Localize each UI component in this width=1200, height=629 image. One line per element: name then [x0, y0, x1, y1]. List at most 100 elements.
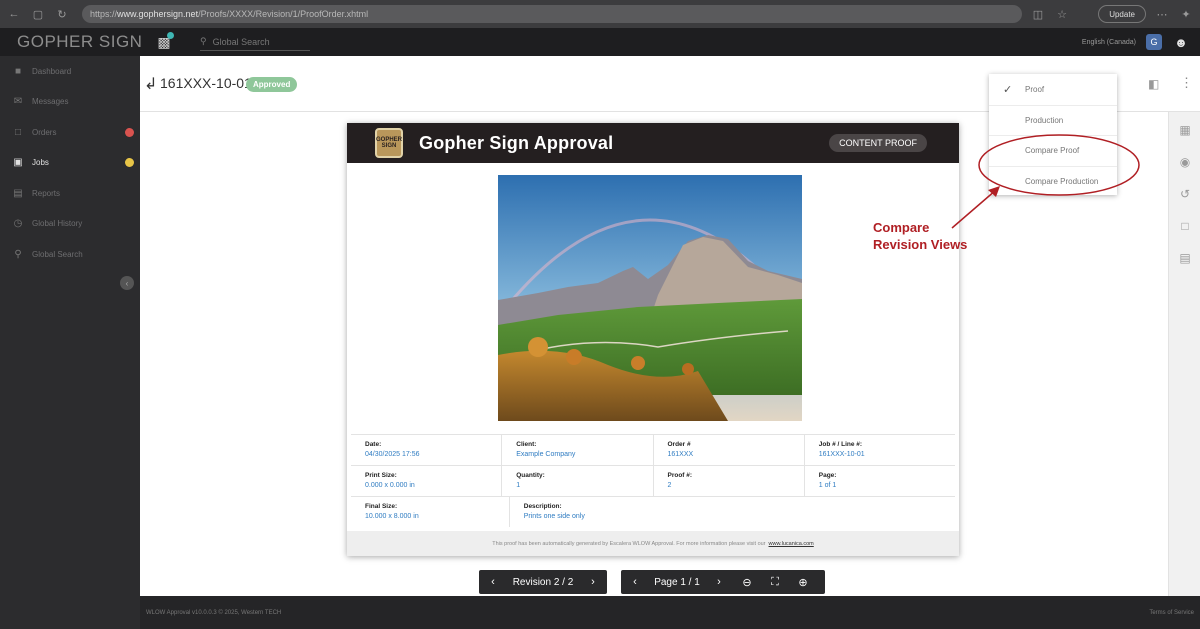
info-value: Example Company	[516, 451, 576, 458]
zoom-out-icon[interactable]: ⊖	[733, 570, 761, 594]
info-label: Final Size:	[365, 503, 398, 510]
info-value: 161XXX	[667, 451, 694, 458]
footer-link[interactable]: www.lucanica.com	[769, 541, 814, 547]
sidebar-collapse-button[interactable]: ‹	[120, 276, 134, 290]
update-button[interactable]: Update	[1098, 5, 1146, 23]
info-label: Job # / Line #:	[818, 441, 863, 448]
jobs-badge	[125, 158, 134, 168]
globe-icon[interactable]: ◉	[1177, 154, 1193, 170]
user-badge[interactable]: G	[1146, 34, 1162, 50]
language-selector[interactable]: English (Canada)	[1082, 39, 1136, 46]
job-id-title: 161XXX-10-01	[160, 75, 252, 91]
info-label: Print Size:	[365, 472, 397, 479]
gopher-sign-logo: GOPHER SIGN	[375, 128, 403, 158]
copilot-icon[interactable]: ✦	[1178, 6, 1194, 22]
app-topbar: GOPHER SIGN ▩ ⚲ Global Search English (C…	[0, 28, 1200, 56]
orders-icon: □	[14, 126, 22, 138]
content-proof-pill: CONTENT PROOF	[829, 134, 927, 152]
previous-page-button[interactable]: ‹	[621, 570, 649, 594]
info-value: 161XXX-10-01	[818, 451, 865, 458]
info-label: Page:	[818, 472, 837, 479]
previous-revision-button[interactable]: ‹	[479, 570, 507, 594]
info-value: 1 of 1	[818, 482, 837, 489]
browser-toolbar: ← ▢ ↻ https://www.gophersign.net/Proofs/…	[0, 0, 1200, 28]
checkmark-icon: ✓	[1003, 83, 1013, 96]
annotation-line-1: Compare	[873, 220, 930, 235]
sidebar-item-orders[interactable]: □ Orders	[0, 117, 140, 148]
history-icon: ◷	[13, 218, 23, 230]
info-label: Date:	[365, 441, 382, 448]
global-search-input[interactable]: ⚲ Global Search	[200, 33, 310, 51]
terms-link[interactable]: Terms of Service	[1149, 610, 1194, 616]
info-value: 10.000 x 8.000 in	[365, 513, 419, 520]
proof-card: GOPHER SIGN Gopher Sign Approval CONTENT…	[347, 123, 959, 556]
chat-icon[interactable]: ◧	[1148, 77, 1159, 91]
annotation-line-2: Revision Views	[873, 237, 968, 252]
page-navigator: ‹ Page 1 / 1 › ⊖ ⛶ ⊕	[621, 570, 825, 594]
favorite-icon[interactable]: ☆	[1054, 6, 1070, 22]
sidebar-item-dashboard[interactable]: ■ Dashboard	[0, 56, 140, 87]
revision-label: Revision 2 / 2	[512, 576, 574, 588]
sidebar-item-jobs[interactable]: ▣ Jobs	[0, 148, 140, 179]
image-icon[interactable]: ▦	[1177, 122, 1193, 138]
url-host: www.gophersign.net	[117, 9, 199, 19]
file-icon[interactable]: ▤	[1177, 250, 1193, 266]
next-revision-button[interactable]: ›	[579, 570, 607, 594]
sidebar: ■ Dashboard ✉ Messages □ Orders ▣ Jobs ▤ Repo…	[0, 56, 140, 629]
history-icon[interactable]: ↺	[1177, 186, 1193, 202]
address-bar[interactable]: https://www.gophersign.net/Proofs/XXXX/R…	[82, 5, 1022, 23]
tabs-icon[interactable]: ▢	[30, 6, 46, 22]
back-icon[interactable]: ←	[6, 6, 22, 22]
dropdown-item-proof[interactable]: ✓ Proof	[989, 74, 1117, 105]
info-row: Date: 04/30/2025 17:56 Client: Example Com…	[351, 434, 955, 465]
proof-footer: This proof has been automatically genera…	[347, 531, 959, 556]
sidebar-item-reports[interactable]: ▤ Reports	[0, 178, 140, 209]
info-value: 1	[516, 482, 521, 489]
info-value: 04/30/2025 17:56	[365, 451, 420, 458]
messages-icon: ✉	[13, 96, 23, 108]
zoom-in-icon[interactable]: ⊕	[789, 570, 817, 594]
reports-icon: ▤	[13, 187, 23, 199]
footer-text: This proof has been automatically genera…	[492, 540, 766, 547]
app-logo[interactable]: GOPHER SIGN	[0, 32, 150, 52]
proof-header: GOPHER SIGN Gopher Sign Approval CONTENT…	[347, 123, 959, 163]
reload-icon[interactable]: ↻	[54, 6, 70, 22]
split-icon[interactable]: ◫	[1030, 6, 1046, 22]
dropdown-item-compare-production[interactable]: Compare Production	[989, 165, 1117, 197]
dashboard-icon: ■	[14, 65, 22, 77]
info-value: Prints one side only	[523, 513, 585, 520]
next-page-button[interactable]: ›	[705, 570, 733, 594]
sidebar-item-global-history[interactable]: ◷ Global History	[0, 209, 140, 240]
document-icon[interactable]: □	[1177, 218, 1193, 234]
status-bar: WLOW Approval v10.0.0.3 © 2025, Western …	[140, 596, 1200, 629]
info-label: Description:	[523, 503, 562, 510]
kebab-menu-icon[interactable]: ⋮	[1180, 75, 1193, 91]
menu-icon[interactable]: ⋯	[1154, 6, 1170, 22]
sidebar-item-messages[interactable]: ✉ Messages	[0, 87, 140, 118]
info-value: 0.000 x 0.000 in	[365, 482, 415, 489]
sidebar-item-global-search[interactable]: ⚲ Global Search	[0, 239, 140, 270]
info-label: Proof #:	[667, 472, 693, 479]
dropdown-item-compare-proof[interactable]: Compare Proof	[989, 135, 1117, 166]
revision-navigator: ‹ Revision 2 / 2 ›	[479, 570, 607, 594]
proof-info-grid: Date: 04/30/2025 17:56 Client: Example Com…	[351, 434, 955, 527]
url-prefix: https://	[90, 9, 118, 19]
info-label: Quantity:	[516, 472, 545, 479]
paint-bucket-icon[interactable]: ▩	[154, 32, 174, 52]
orders-badge	[125, 127, 134, 137]
proof-title: Gopher Sign Approval	[419, 132, 614, 153]
return-arrow-icon[interactable]: ↲	[144, 74, 157, 94]
jobs-icon: ▣	[13, 157, 23, 169]
fullscreen-icon[interactable]: ⛶	[761, 570, 789, 594]
right-tool-rail: ▦ ◉ ↺ □ ▤	[1168, 112, 1200, 596]
annotation-label: Compare Revision Views	[873, 219, 967, 253]
search-icon: ⚲	[14, 248, 22, 260]
dropdown-item-production[interactable]: Production	[989, 104, 1117, 136]
info-value: 2	[667, 482, 672, 489]
status-badge: Approved	[246, 77, 298, 92]
avatar-icon[interactable]: ☻	[1172, 33, 1190, 51]
url-path: /Proofs/XXXX/Revision/1/ProofOrder.xhtml	[198, 9, 369, 19]
info-row: Print Size: 0.000 x 0.000 in Quantity: 1 P…	[351, 465, 955, 496]
info-row: Final Size: 10.000 x 8.000 in Description…	[351, 496, 955, 527]
view-mode-dropdown: ✓ Proof Production Compare Proof Compare …	[989, 74, 1117, 195]
